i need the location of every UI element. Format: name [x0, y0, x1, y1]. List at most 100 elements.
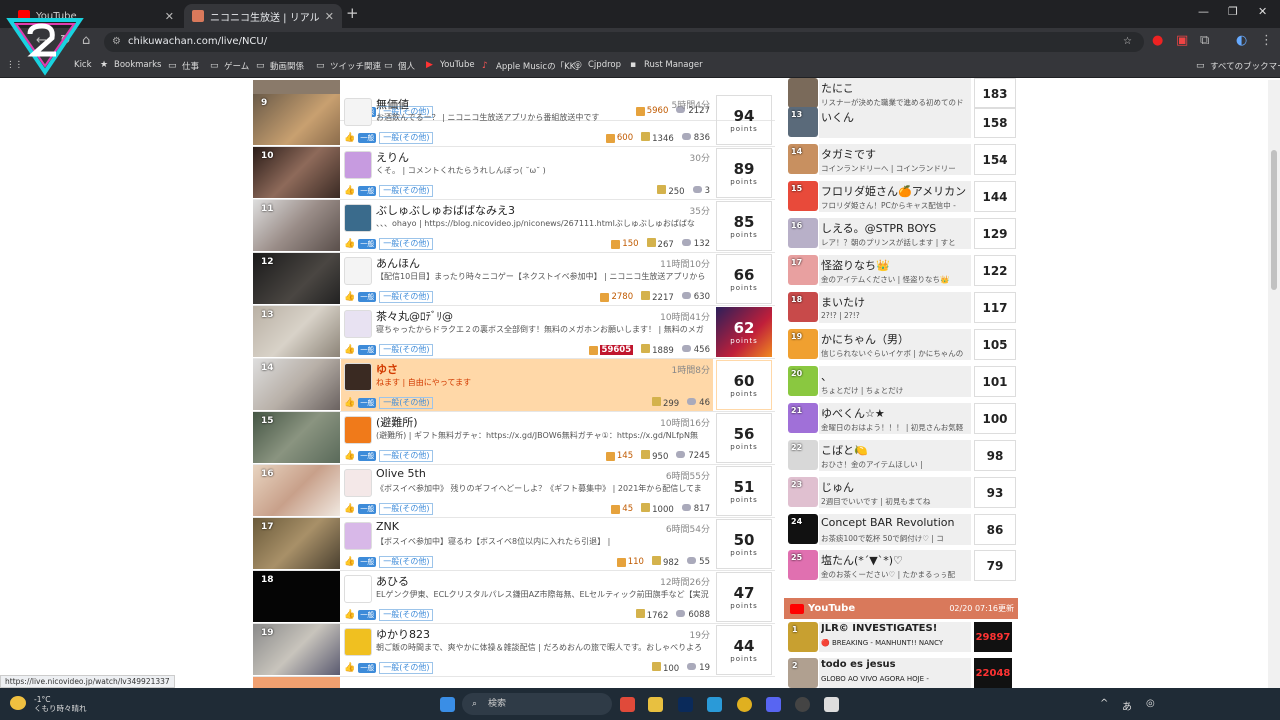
category-tag[interactable]: 👍一般一般(その他) — [344, 450, 434, 462]
stream-thumbnail[interactable]: 15 — [253, 412, 340, 463]
streamer-name[interactable]: 無価値 — [376, 96, 409, 112]
taskbar-search[interactable]: ⌕ 検索 — [462, 693, 612, 715]
ranking-row[interactable]: 18 あひる 12時間26分 ELゲンク伊東、ECLクリスタルパレス鎌田AZ市際… — [253, 571, 775, 624]
ranking-row[interactable]: 17 ZNK 6時間54分 【ボスイベ参加中】寝るわ【ボスイベ8位以内に入れたら… — [253, 518, 775, 571]
stream-thumbnail[interactable]: 19 — [253, 624, 340, 675]
ranking-row[interactable]: 11 ぶしゅぶしゅおばばなみえ3 35分 、、、ohayo | https://… — [253, 200, 775, 253]
category-tag[interactable]: 👍一般一般(その他) — [344, 662, 434, 674]
streamer-name[interactable]: えりん — [376, 149, 409, 165]
app-icon[interactable] — [620, 697, 635, 712]
streamer-name[interactable]: 茶々丸@ﾛﾃﾞﾘ@ — [376, 308, 453, 324]
extensions-puzzle-icon[interactable]: ⧉ — [1200, 33, 1209, 48]
start-icon[interactable] — [440, 697, 455, 712]
category-tag[interactable]: 👍一般一般(その他) — [344, 609, 434, 621]
bookmark-folder-twitch[interactable]: ▭ ツイッチ関連 — [316, 60, 381, 72]
ranking-row[interactable]: 16 Olive 5th 6時間55分 《ボスイベ参加中》 残りのギフイへどーし… — [253, 465, 775, 518]
side-ranking-item[interactable]: 15 フロリダ姫さん🍊アメリカン フロリダ姫さん！PCからキャス配信中 - 144 — [786, 179, 1018, 214]
category-tag[interactable]: 👍一般一般(その他) — [344, 556, 434, 568]
app-icon[interactable] — [795, 697, 810, 712]
streamer-name[interactable]: Olive 5th — [376, 467, 426, 480]
weather-widget[interactable]: -1°C くもり時々晴れ — [10, 695, 87, 713]
site-info-icon[interactable]: ⚙ — [112, 32, 121, 52]
side-ranking-item[interactable]: 23 じゅん 2週目でいいです | 初見もまてね 93 — [786, 475, 1018, 510]
ime-icon[interactable]: あ — [1122, 698, 1132, 713]
youtube-ranking-item[interactable]: 1 JLR© INVESTIGATES! 🔴 BREAKING - MANHUNT… — [786, 620, 1018, 654]
side-ranking-item[interactable]: 21 ゆべくん☆★ 金曜日のおはよう！！！ | 初見さんお気軽 100 — [786, 401, 1018, 436]
ranking-row[interactable]: 12 あんほん 11時間10分 【配信10日目】まったり時々ニコゲー【ネクストイ… — [253, 253, 775, 306]
category-tag[interactable]: 👍一般一般(その他) — [344, 185, 434, 197]
streamer-name[interactable]: あひる — [376, 573, 409, 589]
ranking-row[interactable] — [253, 677, 775, 688]
stream-thumbnail[interactable]: 14 — [253, 359, 340, 410]
side-ranking-item[interactable]: 18 まいたけ 2?!? | 2?!? 117 — [786, 290, 1018, 325]
ranking-row-highlighted[interactable]: 14 ゆさ 1時間8分 ねます | 自由にやってます 👍 一般 一般(その他) 29… — [253, 359, 775, 412]
category-tag[interactable]: 👍一般一般(その他) — [344, 132, 434, 144]
stream-thumbnail[interactable]: 9 — [253, 94, 340, 145]
streamer-name[interactable]: (避難所) — [376, 414, 418, 430]
ranking-row[interactable]: 15 (避難所) 10時間16分 (避難所) | ギフト無料ガチャ：https:… — [253, 412, 775, 465]
side-ranking-item[interactable]: 24 Concept BAR Revolution お茶痰100で乾杯 50で飼付… — [786, 512, 1018, 547]
stream-thumbnail[interactable] — [253, 677, 340, 688]
side-ranking-item[interactable]: 17 怪盗りなち👑 金のアイテムください | 怪盗りなち👑 122 — [786, 253, 1018, 288]
close-icon[interactable]: ✕ — [165, 10, 174, 23]
stream-thumbnail[interactable]: 10 — [253, 147, 340, 198]
tab-niconico-ranking[interactable]: ニコニコ生放送 | リアルタイムランキ ✕ — [184, 4, 342, 28]
url-field[interactable]: ⚙ chikuwachan.com/live/NCU/ ☆ — [104, 32, 1144, 52]
side-ranking-item[interactable]: 13 いくん 158 — [786, 105, 1018, 140]
extension-record-icon[interactable]: ● — [1152, 33, 1163, 48]
category-tag[interactable]: 👍一般一般(その他) — [344, 291, 434, 303]
side-ranking-item[interactable]: 14 タガミです コインランドリーへ | コインランドリー 154 — [786, 142, 1018, 177]
close-icon[interactable]: ✕ — [325, 10, 334, 23]
youtube-ranking-item[interactable]: 2 todo es jesus GLOBO AO VIVO AGORA HOJE … — [786, 656, 1018, 690]
side-ranking-item[interactable]: 20 、ちょとだけ | ちょとだけ 101 — [786, 364, 1018, 399]
streamer-name[interactable]: ゆかり823 — [376, 626, 430, 642]
ranking-row[interactable]: 9 無価値 5時間4分 お酒飲んでるー？ | ニコニコ生放送アプリから番組放送中… — [253, 94, 775, 147]
bookmark-folder-work[interactable]: ▭ 仕事 — [168, 60, 199, 72]
network-icon[interactable]: ◎ — [1146, 698, 1155, 709]
side-ranking-item[interactable]: 19 かにちゃん（男） 信じられないぐらいイケボ | かにちゃんの 105 — [786, 327, 1018, 362]
bookmark-cjpdrop[interactable]: ◎ Cjpdrop — [574, 60, 621, 70]
bookmark-folder-personal[interactable]: ▭ 個人 — [384, 60, 415, 72]
window-close-icon[interactable]: ✕ — [1258, 5, 1267, 18]
streamer-name[interactable]: ゆさ — [376, 361, 398, 377]
bookmark-star-icon[interactable]: ☆ — [1123, 32, 1132, 52]
stream-thumbnail[interactable]: 16 — [253, 465, 340, 516]
discord-icon[interactable] — [766, 697, 781, 712]
menu-icon[interactable]: ⋮ — [1260, 33, 1273, 48]
streamer-name[interactable]: ZNK — [376, 520, 399, 533]
scrollbar[interactable] — [1268, 80, 1280, 688]
stream-thumbnail[interactable]: 11 — [253, 200, 340, 251]
maximize-icon[interactable]: ❐ — [1228, 5, 1238, 18]
streamer-name[interactable]: あんほん — [376, 255, 420, 271]
side-ranking-item[interactable]: 16 しえる。@STPR BOYS レア！？朝のプリンスが話します | すと 12… — [786, 216, 1018, 251]
stream-thumbnail[interactable]: 12 — [253, 253, 340, 304]
stream-thumbnail[interactable]: 18 — [253, 571, 340, 622]
all-bookmarks[interactable]: ▭すべてのブックマーク — [1196, 60, 1280, 72]
bookmark-apple-music[interactable]: ♪ Apple Musicの「KK」 — [482, 60, 584, 72]
ranking-row[interactable]: 13 茶々丸@ﾛﾃﾞﾘ@ 10時間41分 寝ちゃったからドラクエ２の裏ボス全部倒… — [253, 306, 775, 359]
tray-chevron-icon[interactable]: ^ — [1100, 698, 1108, 709]
ranking-row[interactable]: 10 えりん 30分 くそ。 | コメントくれたらうれしんぼっ( ˘ω˘ ) 👍… — [253, 147, 775, 200]
category-tag[interactable]: 👍一般一般(その他) — [344, 238, 434, 250]
stream-thumbnail[interactable]: 17 — [253, 518, 340, 569]
edge-icon[interactable] — [707, 697, 722, 712]
store-icon[interactable] — [824, 697, 839, 712]
ranking-row[interactable]: 19 ゆかり823 19分 朝ご飯の時間まで、爽やかに体操＆雑談配信 | だろめ… — [253, 624, 775, 677]
bookmark-youtube[interactable]: ▶ YouTube — [426, 60, 475, 70]
side-ranking-item[interactable]: 22 こばと🍋 おひさ！金のアイテムほしい | 98 — [786, 438, 1018, 473]
stream-thumbnail[interactable]: 13 — [253, 306, 340, 357]
category-tag[interactable]: 👍一般一般(その他) — [344, 503, 434, 515]
bookmark-folder-video[interactable]: ▭ 動画関係 — [256, 60, 304, 72]
minimize-icon[interactable]: — — [1198, 5, 1209, 18]
scrollbar-thumb[interactable] — [1271, 150, 1277, 290]
chrome-icon[interactable] — [737, 697, 752, 712]
category-tag[interactable]: 👍一般一般(その他) — [344, 344, 434, 356]
side-ranking-item[interactable]: 25 塩たん(*´▼`*)♡ 金のお茶くーださい♡ | たかまるっぅ配 79 — [786, 548, 1018, 583]
new-tab-icon[interactable]: + — [346, 4, 359, 22]
profile-icon[interactable]: ◐ — [1236, 33, 1247, 48]
category-tag[interactable]: 👍一般一般(その他) — [344, 397, 434, 409]
extension-icon[interactable]: ▣ — [1176, 33, 1188, 48]
streamer-name[interactable]: ぶしゅぶしゅおばばなみえ3 — [376, 202, 515, 218]
bookmark-bookmarks[interactable]: ★ Bookmarks — [100, 60, 162, 70]
bookmark-folder-game[interactable]: ▭ ゲーム — [210, 60, 249, 72]
